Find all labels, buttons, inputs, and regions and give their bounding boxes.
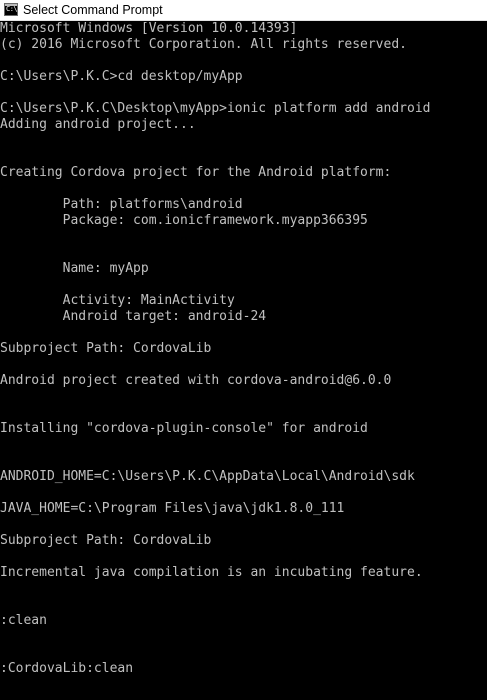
window-title: Select Command Prompt: [23, 3, 163, 17]
console-line: Subproject Path: CordovaLib: [0, 341, 212, 356]
console-line: Installing "cordova-plugin-console" for …: [0, 421, 368, 436]
console-line: Package: com.ionicframework.myapp366395: [0, 213, 368, 228]
command-prompt-window: C:\ Select Command Prompt Microsoft Wind…: [0, 0, 487, 700]
console-line: Path: platforms\android: [0, 197, 243, 212]
console-line: :clean: [0, 613, 47, 628]
title-bar[interactable]: C:\ Select Command Prompt: [0, 0, 487, 21]
console-line: Incremental java compilation is an incub…: [0, 565, 423, 580]
console-line: C:\Users\P.K.C\Desktop\myApp>ionic platf…: [0, 101, 431, 116]
icon-glyph: C:\: [6, 5, 18, 13]
console-line: Subproject Path: CordovaLib: [0, 533, 212, 548]
command-prompt-icon[interactable]: C:\: [4, 3, 18, 16]
console-line: Microsoft Windows [Version 10.0.14393]: [0, 22, 298, 36]
console-output[interactable]: Microsoft Windows [Version 10.0.14393] (…: [0, 22, 487, 700]
console-line: :CordovaLib:clean: [0, 661, 134, 676]
console-line: Android target: android-24: [0, 309, 267, 324]
console-line: JAVA_HOME=C:\Program Files\java\jdk1.8.0…: [0, 501, 345, 516]
console-line: Activity: MainActivity: [0, 293, 235, 308]
console-line: ANDROID_HOME=C:\Users\P.K.C\AppData\Loca…: [0, 469, 415, 484]
console-line: Creating Cordova project for the Android…: [0, 165, 392, 180]
console-line: Name: myApp: [0, 261, 149, 276]
console-line: Adding android project...: [0, 117, 196, 132]
console-line: (c) 2016 Microsoft Corporation. All righ…: [0, 37, 407, 52]
console-line: C:\Users\P.K.C>cd desktop/myApp: [0, 69, 243, 84]
console-line: Android project created with cordova-and…: [0, 373, 392, 388]
